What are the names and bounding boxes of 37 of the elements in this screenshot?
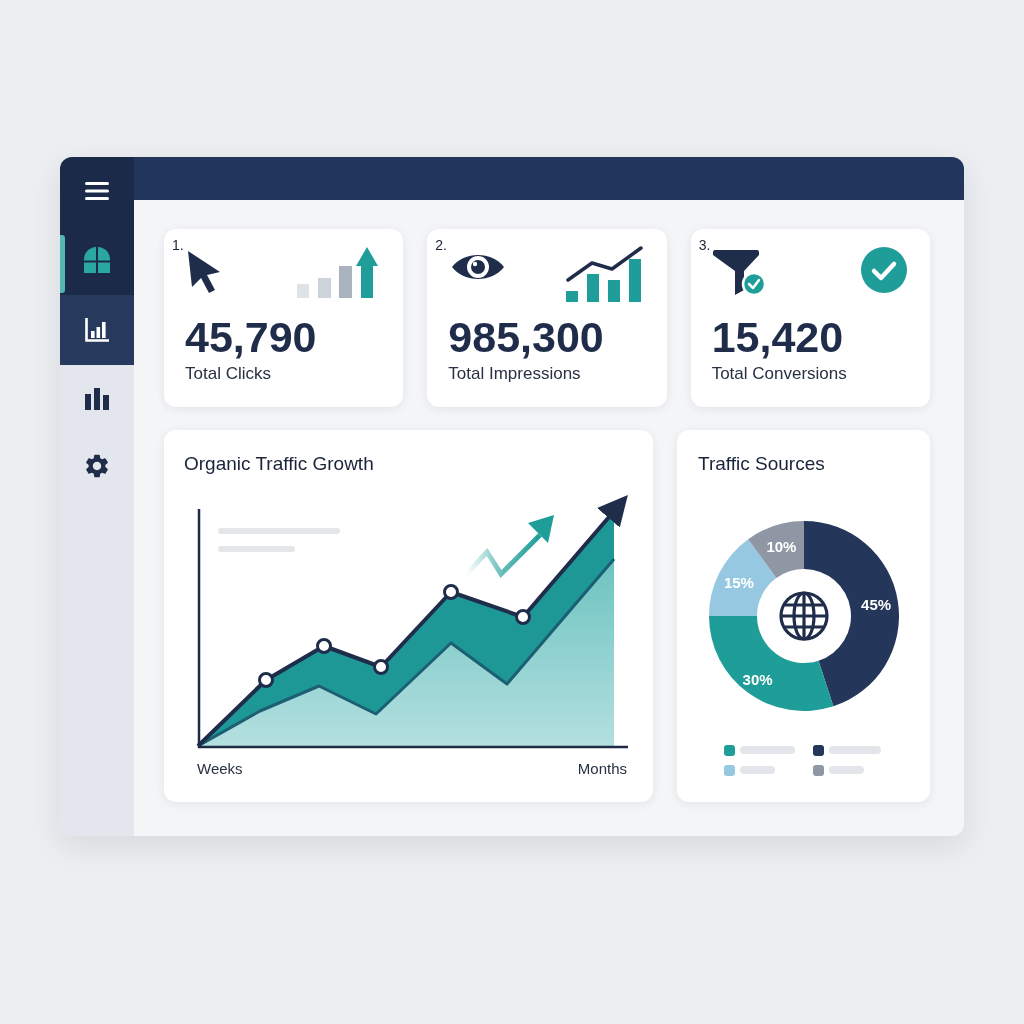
stat-value: 15,420 bbox=[711, 316, 845, 359]
placeholder-bar bbox=[739, 746, 795, 755]
stat-label: Total Clicks bbox=[185, 364, 272, 385]
stat-index: 1. bbox=[172, 238, 184, 254]
slice-label: 30% bbox=[742, 671, 773, 689]
data-point bbox=[258, 671, 274, 688]
stat-label: Total Conversions bbox=[711, 364, 848, 385]
card-title: Traffic Sources bbox=[698, 453, 826, 476]
nav-item[interactable] bbox=[60, 295, 134, 365]
window-icon bbox=[84, 247, 110, 273]
menu-icon bbox=[85, 182, 109, 200]
globe-icon bbox=[778, 591, 829, 641]
cursor-icon bbox=[186, 250, 221, 294]
data-point bbox=[373, 658, 389, 675]
line-bar-chart-icon bbox=[564, 246, 645, 302]
check-circle-icon bbox=[860, 246, 908, 294]
card-title: Organic Traffic Growth bbox=[184, 453, 375, 476]
data-point bbox=[443, 583, 459, 600]
stat-value: 985,300 bbox=[448, 316, 605, 359]
bar-chart-icon bbox=[85, 318, 109, 342]
axis-label: Months bbox=[577, 759, 627, 778]
bar-chart-icon bbox=[85, 387, 109, 410]
data-point bbox=[316, 637, 332, 654]
placeholder-bar bbox=[739, 766, 775, 775]
slice-label: 15% bbox=[723, 574, 754, 592]
nav-item[interactable] bbox=[60, 225, 134, 295]
placeholder-bar bbox=[828, 766, 864, 775]
stat-value: 45,790 bbox=[185, 316, 318, 359]
stat-index: 2. bbox=[435, 238, 447, 254]
axis-label: Weeks bbox=[197, 759, 243, 778]
slice-label: 10% bbox=[765, 537, 796, 555]
slice-label: 45% bbox=[860, 595, 891, 613]
stat-index: 3. bbox=[698, 238, 711, 254]
stat-label: Total Impressions bbox=[448, 364, 582, 385]
data-point bbox=[515, 608, 531, 625]
placeholder-bar bbox=[828, 746, 881, 755]
menu-button[interactable] bbox=[60, 157, 134, 225]
